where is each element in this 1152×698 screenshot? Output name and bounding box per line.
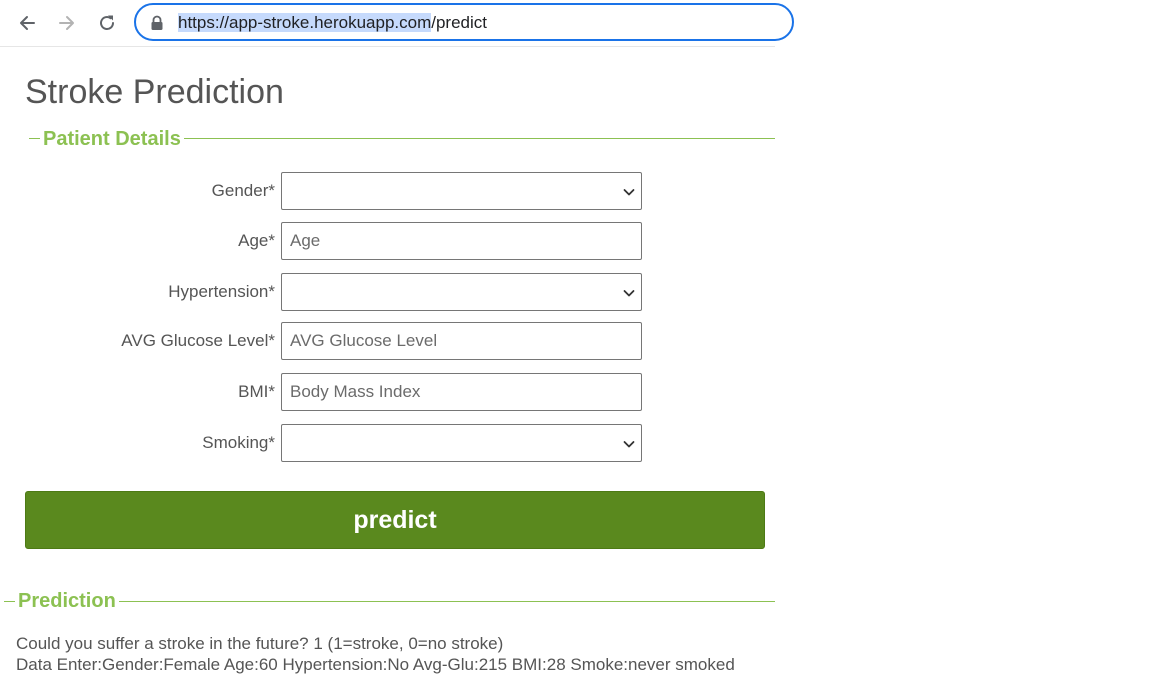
url-text[interactable]: https://app-stroke.herokuapp.com/predict [178, 13, 487, 33]
reload-button[interactable] [93, 9, 121, 37]
bmi-row: BMI* [0, 373, 775, 411]
url-host: https://app-stroke.herokuapp.com [178, 13, 432, 32]
reload-icon [100, 15, 114, 30]
age-label: Age* [238, 231, 275, 250]
back-arrow-icon [20, 16, 35, 30]
lock-icon [151, 15, 163, 30]
age-input[interactable] [282, 223, 641, 259]
age-field-box [281, 222, 642, 260]
forward-arrow-icon [59, 16, 74, 30]
smoking-select[interactable] [281, 424, 642, 462]
browser-toolbar: https://app-stroke.herokuapp.com/predict [0, 0, 794, 47]
chevron-down-icon [623, 441, 635, 448]
glucose-input[interactable] [282, 323, 641, 359]
bmi-field-box [281, 373, 642, 411]
hypertension-row: Hypertension* [0, 273, 775, 311]
gender-row: Gender* [0, 172, 775, 210]
forward-button[interactable] [53, 9, 81, 37]
chevron-down-icon [623, 290, 635, 297]
glucose-row: AVG Glucose Level* [0, 322, 775, 360]
browser-viewport: https://app-stroke.herokuapp.com/predict… [0, 0, 794, 698]
back-button[interactable] [13, 9, 41, 37]
gender-label: Gender* [211, 181, 275, 200]
glucose-label: AVG Glucose Level* [121, 331, 275, 350]
age-row: Age* [0, 222, 775, 260]
predict-button[interactable]: predict [25, 491, 765, 549]
prediction-data-text: Data Enter:Gender:Female Age:60 Hyperten… [16, 655, 735, 674]
bmi-input[interactable] [282, 374, 641, 410]
smoking-row: Smoking* [0, 424, 775, 462]
address-bar[interactable]: https://app-stroke.herokuapp.com/predict [134, 3, 794, 41]
hypertension-label: Hypertension* [168, 282, 275, 301]
prediction-section-rule [4, 601, 775, 602]
prediction-result-text: Could you suffer a stroke in the future?… [16, 634, 504, 653]
url-path: /predict [431, 13, 487, 32]
hypertension-select[interactable] [281, 273, 642, 311]
glucose-field-box [281, 322, 642, 360]
gender-select[interactable] [281, 172, 642, 210]
page-title: Stroke Prediction [25, 73, 284, 111]
patient-section-legend: Patient Details [40, 127, 184, 151]
prediction-section-legend: Prediction [15, 589, 119, 613]
bmi-label: BMI* [238, 382, 275, 401]
smoking-label: Smoking* [202, 433, 275, 452]
chevron-down-icon [623, 189, 635, 196]
